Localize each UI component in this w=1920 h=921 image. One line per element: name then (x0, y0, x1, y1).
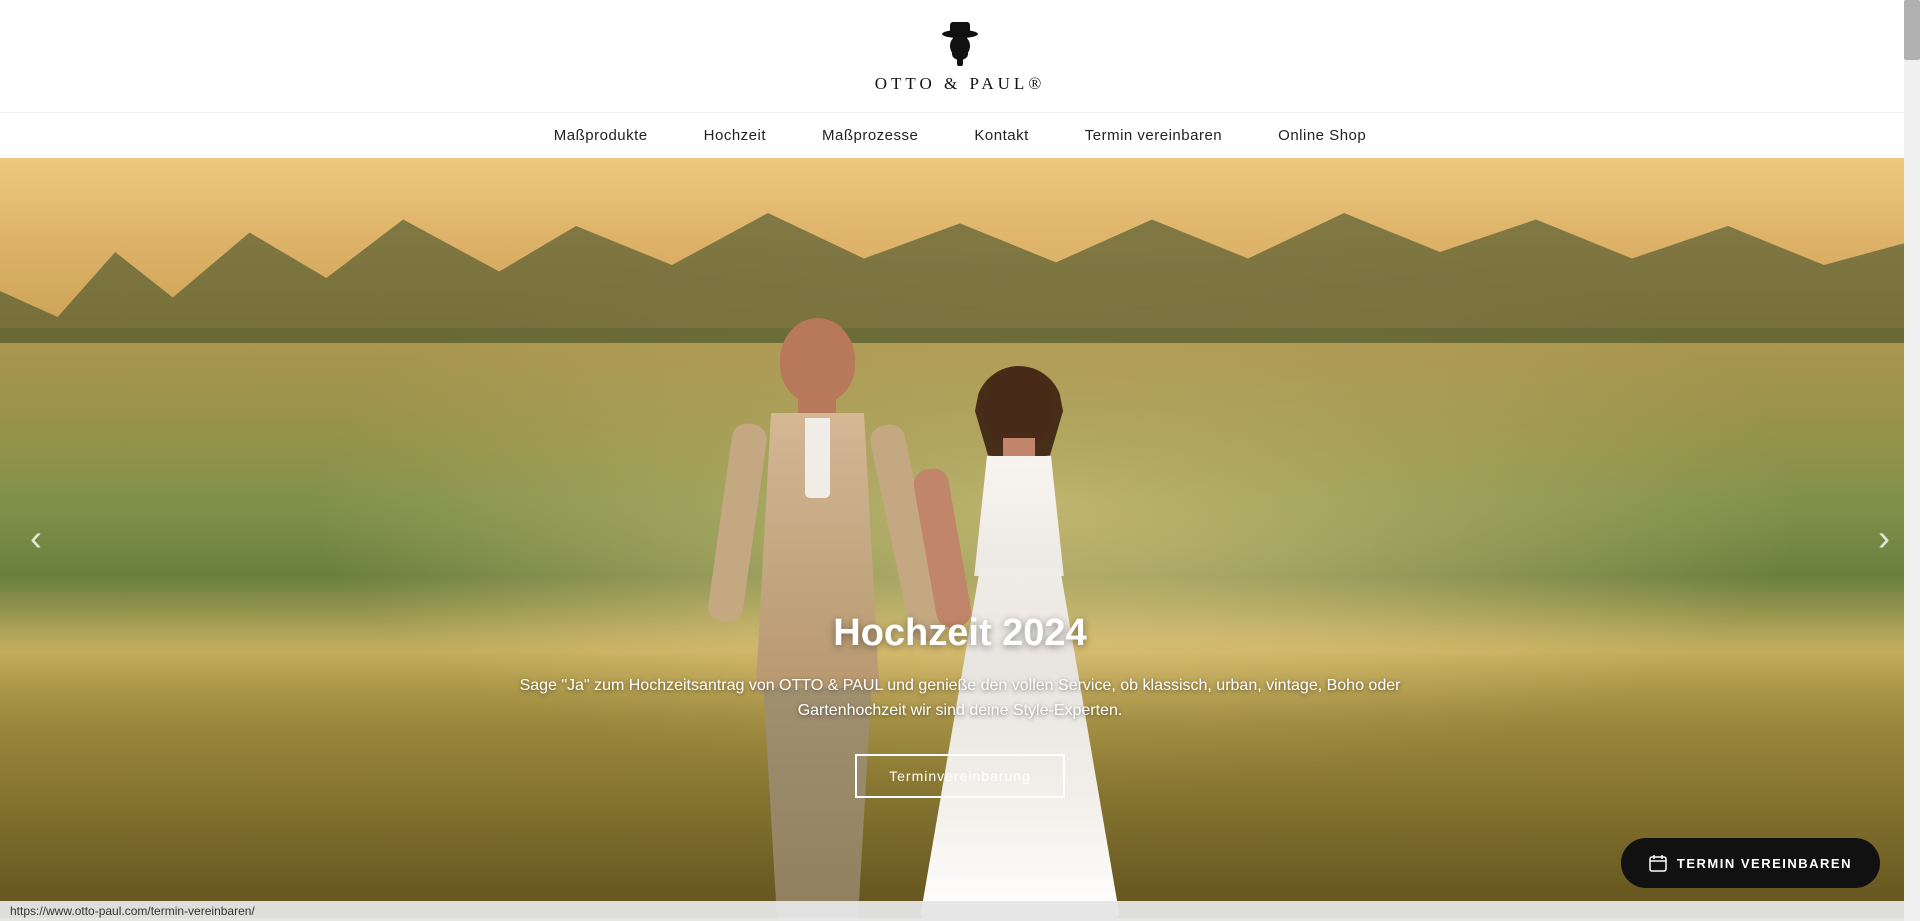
nav-item-kontakt[interactable]: Kontakt (974, 127, 1028, 144)
groom-figure (710, 298, 930, 918)
calendar-icon (1649, 854, 1667, 872)
logo-text: OTTO & PAUL® (875, 74, 1046, 94)
nav-item-online-shop[interactable]: Online Shop (1278, 127, 1366, 144)
nav-item-massprodukte[interactable]: Maßprodukte (554, 127, 648, 144)
statusbar-url: https://www.otto-paul.com/termin-vereinb… (10, 904, 255, 918)
nav-item-hochzeit[interactable]: Hochzeit (704, 127, 766, 144)
hero-cta-button[interactable]: Terminvereinbarung (855, 754, 1065, 798)
hero-slider: Hochzeit 2024 Sage "Ja" zum Hochzeitsant… (0, 158, 1920, 918)
slider-prev-button[interactable]: ‹ (10, 510, 62, 566)
slider-next-button[interactable]: › (1858, 510, 1910, 566)
termin-fab-label: TERMIN VEREINBAREN (1677, 856, 1852, 871)
hero-title: Hochzeit 2024 (510, 612, 1410, 655)
termin-fab-button[interactable]: TERMIN VEREINBAREN (1621, 838, 1880, 888)
statusbar: https://www.otto-paul.com/termin-vereinb… (0, 901, 1920, 921)
scrollbar-thumb[interactable] (1904, 0, 1920, 60)
logo-icon (934, 18, 986, 70)
hero-content: Hochzeit 2024 Sage "Ja" zum Hochzeitsant… (510, 612, 1410, 798)
scrollbar[interactable] (1904, 0, 1920, 921)
main-nav: Maßprodukte Hochzeit Maßprozesse Kontakt… (0, 112, 1920, 158)
logo-area: OTTO & PAUL® (875, 18, 1046, 94)
nav-item-termin[interactable]: Termin vereinbaren (1085, 127, 1222, 144)
nav-item-massprozesse[interactable]: Maßprozesse (822, 127, 918, 144)
hero-subtitle: Sage "Ja" zum Hochzeitsantrag von OTTO &… (510, 673, 1410, 724)
header: OTTO & PAUL® Maßprodukte Hochzeit Maßpro… (0, 0, 1920, 158)
